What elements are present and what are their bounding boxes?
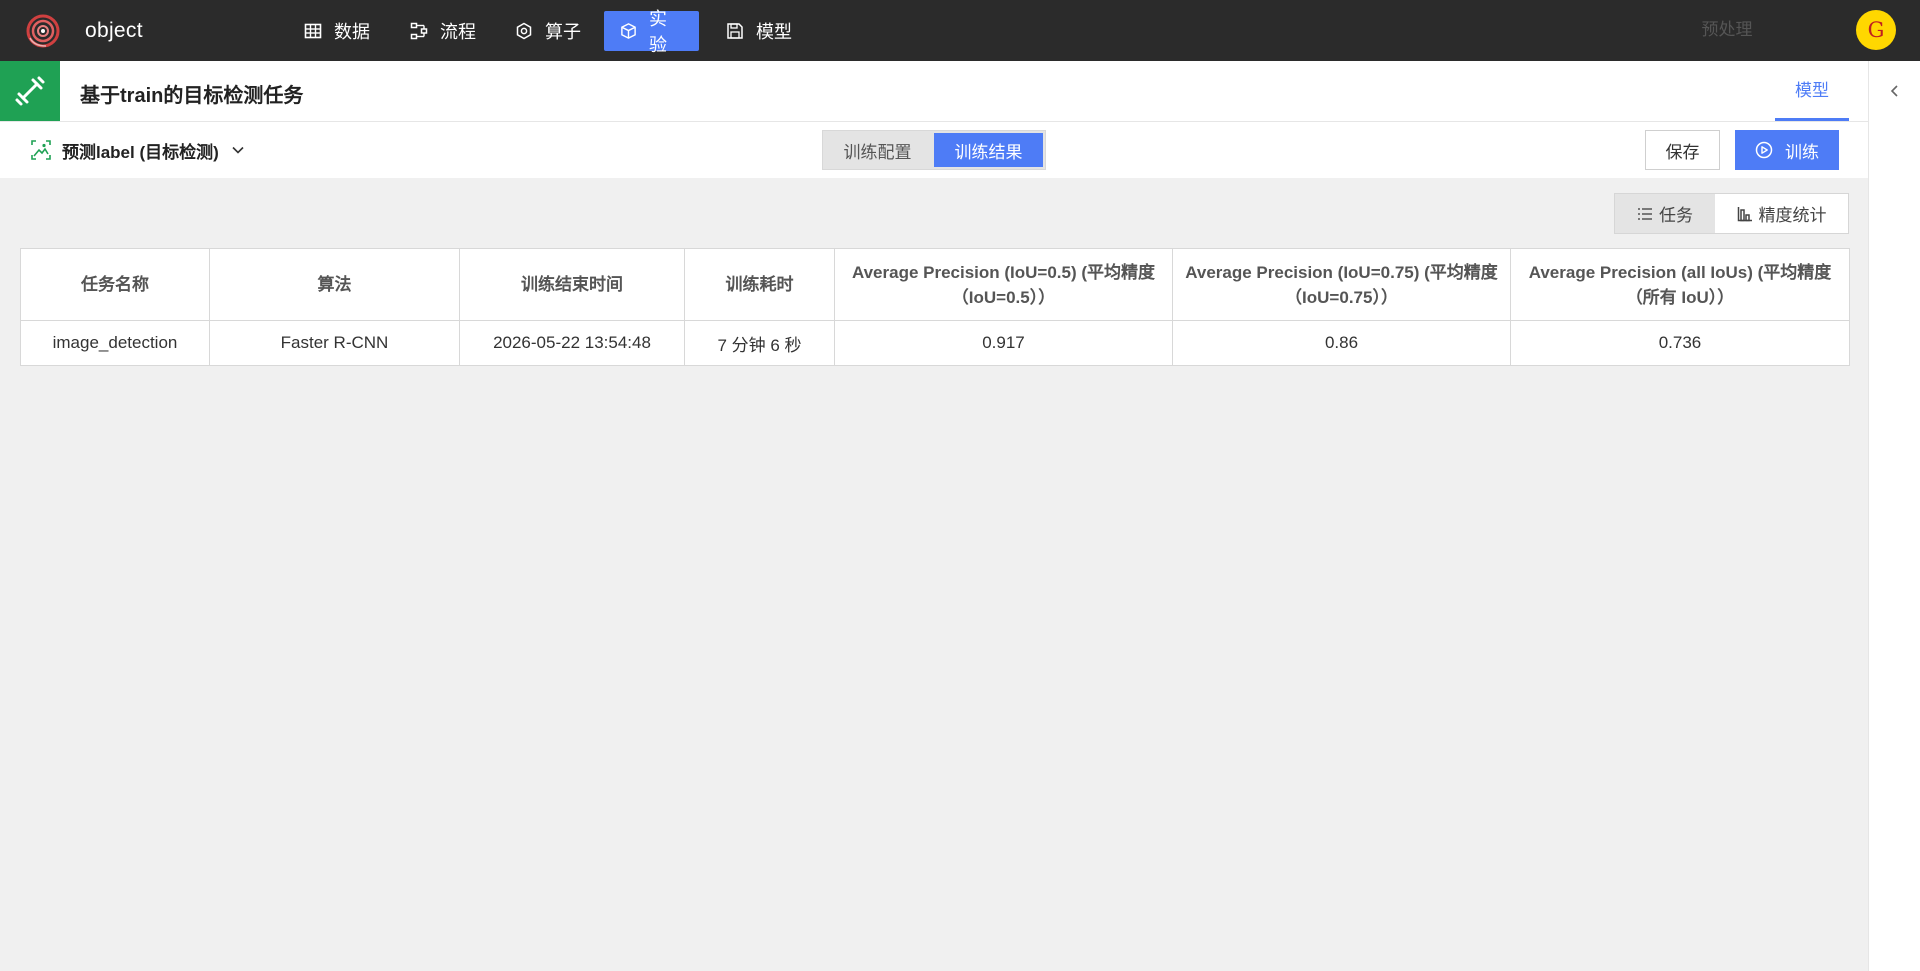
save-button[interactable]: 保存 [1645,130,1720,170]
image-detect-icon [31,140,51,160]
flow-icon [410,22,428,40]
right-side-panel [1868,61,1920,971]
play-circle-icon [1755,141,1773,159]
algorithm-cell: Faster R-CNN [209,320,460,366]
column-header[interactable]: 任务名称 [20,248,210,321]
tab-training-config[interactable]: 训练配置 [823,131,932,169]
bar-chart-icon [1737,206,1752,221]
column-header[interactable]: Average Precision (IoU=0.5) (平均精度（IoU=0.… [834,248,1173,321]
column-header[interactable]: Average Precision (IoU=0.75) (平均精度（IoU=0… [1172,248,1511,321]
column-header[interactable]: Average Precision (all IoUs) (平均精度（所有 Io… [1510,248,1850,321]
task-type-badge [0,61,60,121]
chevron-down-icon [232,146,244,154]
task-name-cell: image_detection [20,320,210,366]
view-task-button[interactable]: 任务 [1615,194,1715,233]
view-task-label: 任务 [1659,206,1693,225]
top-nav-bar: object 数据 流程 算子 实验 模型 G [0,0,1920,61]
dumbbell-icon [15,76,45,106]
column-header[interactable]: 训练结束时间 [459,248,685,321]
page-title: 基于train的目标检测任务 [80,85,304,107]
nav-item-label: 实验 [649,9,667,55]
cube-icon [621,23,636,39]
result-mode-toggle: 任务 精度统计 [1614,193,1849,234]
duration-cell: 7 分钟 6 秒 [684,320,835,366]
list-icon [1638,207,1652,220]
table-icon [304,23,322,39]
tab-training-results[interactable]: 训练结果 [934,133,1043,167]
table-row[interactable]: image_detection Faster R-CNN 2026-05-22 … [20,320,1850,366]
header-divider [0,121,1868,122]
app-name: object [85,19,143,42]
nav-item-flow[interactable]: 流程 [394,11,492,51]
nav-item-label: 数据 [334,22,370,42]
view-accuracy-button[interactable]: 精度统计 [1715,194,1848,233]
target-label-text: 预测label (目标检测) [62,142,219,162]
ap50-cell: 0.917 [834,320,1173,366]
ap75-cell: 0.86 [1172,320,1511,366]
end-time-cell: 2026-05-22 13:54:48 [459,320,685,366]
result-view-segmented-control: 训练配置 训练结果 [822,130,1046,170]
results-table: 任务名称 算法 训练结束时间 训练耗时 Average Precision (I… [20,248,1850,366]
table-header-row: 任务名称 算法 训练结束时间 训练耗时 Average Precision (I… [20,248,1850,321]
app-logo-icon[interactable] [24,12,62,50]
ap-all-cell: 0.736 [1510,320,1850,366]
save-icon [727,23,743,39]
nav-item-label: 模型 [756,22,792,42]
main-content: 任务 精度统计 任务名称 算法 训练结束时间 训练耗时 Average Prec… [0,178,1868,971]
nav-item-label: 流程 [440,22,476,42]
nav-item-data[interactable]: 数据 [288,11,386,51]
tab-model[interactable]: 模型 [1775,61,1849,121]
user-avatar[interactable]: G [1856,10,1896,50]
chevron-left-icon[interactable] [1887,83,1903,99]
column-header[interactable]: 训练耗时 [684,248,835,321]
nav-item-operator[interactable]: 算子 [499,11,597,51]
hexagon-icon [516,22,532,40]
view-accuracy-label: 精度统计 [1758,206,1827,225]
train-button-label: 训练 [1785,142,1819,162]
nav-item-model[interactable]: 模型 [710,11,808,51]
tab-preprocess[interactable]: 预处理 [1686,0,1768,60]
train-button[interactable]: 训练 [1735,130,1839,170]
column-header[interactable]: 算法 [209,248,460,321]
nav-item-experiment[interactable]: 实验 [604,9,699,55]
nav-item-label: 算子 [545,22,581,42]
target-label-dropdown[interactable]: 预测label (目标检测) [30,137,245,163]
